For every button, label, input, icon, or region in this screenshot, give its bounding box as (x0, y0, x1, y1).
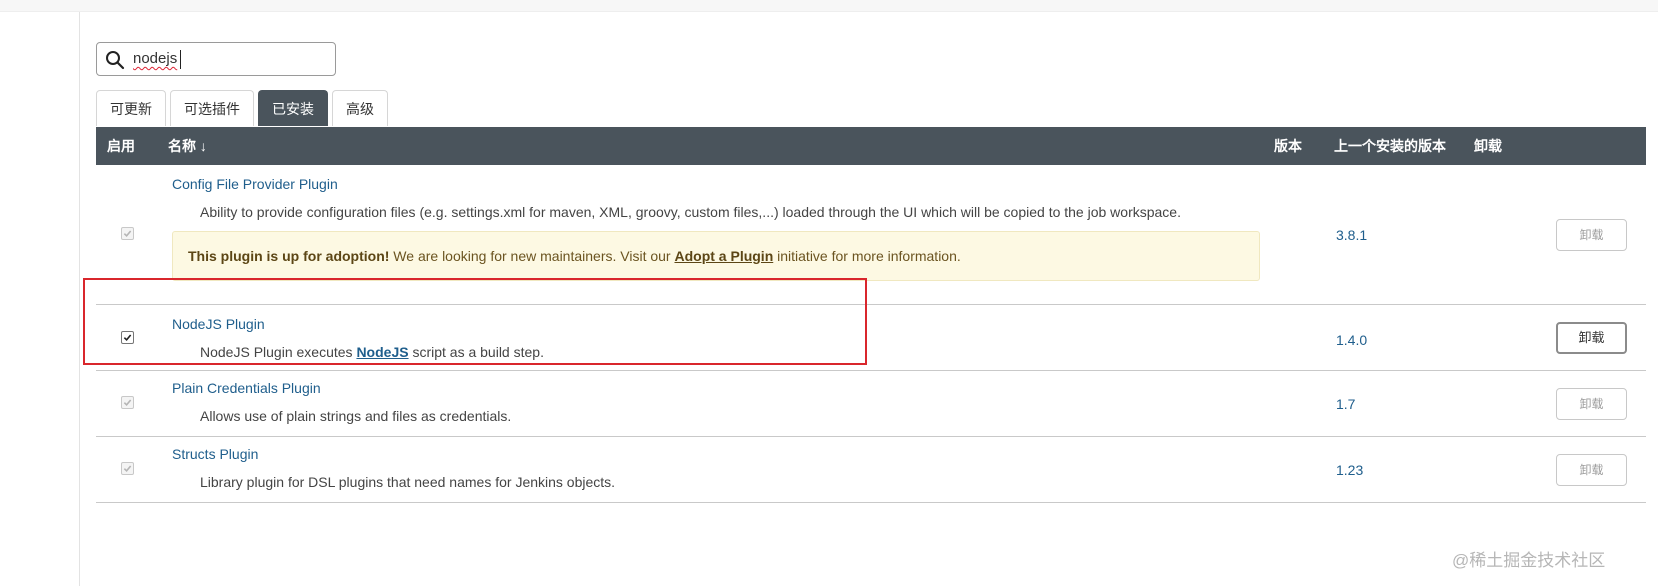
check-icon (123, 230, 132, 238)
table-row: NodeJS Plugin NodeJS Plugin executes Nod… (96, 305, 1646, 371)
plugin-version-link[interactable]: 1.7 (1336, 396, 1355, 412)
adopt-plugin-link[interactable]: Adopt a Plugin (674, 248, 773, 264)
adoption-text-end: initiative for more information. (773, 248, 961, 264)
header-name-sort[interactable]: 名称 ↓ (168, 127, 207, 165)
plugin-name-link[interactable]: Config File Provider Plugin (172, 176, 338, 192)
header-version[interactable]: 版本 (1274, 127, 1302, 165)
tab-updates[interactable]: 可更新 (96, 90, 166, 126)
plugin-description: Ability to provide configuration files (… (200, 204, 1181, 220)
uninstall-button[interactable]: 卸载 (1556, 454, 1627, 486)
uninstall-button[interactable]: 卸载 (1556, 322, 1627, 354)
plugin-name-link[interactable]: Plain Credentials Plugin (172, 380, 321, 396)
uninstall-button[interactable]: 卸载 (1556, 219, 1627, 251)
tab-advanced[interactable]: 高级 (332, 90, 388, 126)
check-icon (123, 334, 132, 342)
adoption-title: This plugin is up for adoption! (188, 248, 390, 264)
description-text-end: script as a build step. (408, 344, 544, 360)
plugin-version-link[interactable]: 1.23 (1336, 462, 1363, 478)
plugin-description: Allows use of plain strings and files as… (200, 408, 512, 424)
search-input[interactable] (131, 48, 327, 70)
uninstall-button[interactable]: 卸载 (1556, 388, 1627, 420)
search-icon (106, 51, 125, 70)
plugin-tabs: 可更新 可选插件 已安装 高级 (96, 90, 388, 126)
table-row: Plain Credentials Plugin Allows use of p… (96, 371, 1646, 437)
plugin-name-link[interactable]: Structs Plugin (172, 446, 258, 462)
plugin-version-link[interactable]: 3.8.1 (1336, 227, 1367, 243)
header-uninstall[interactable]: 卸载 (1474, 127, 1502, 165)
enable-checkbox[interactable] (121, 331, 134, 344)
check-icon (123, 465, 132, 473)
sidebar-divider (79, 12, 80, 586)
adoption-notice: This plugin is up for adoption! We are l… (172, 231, 1260, 281)
enable-checkbox (121, 462, 134, 475)
table-header: 启用 名称 ↓ 版本 上一个安装的版本 卸载 (96, 127, 1646, 165)
table-row: Structs Plugin Library plugin for DSL pl… (96, 437, 1646, 503)
plugin-description: NodeJS Plugin executes NodeJS script as … (200, 344, 544, 360)
adoption-text: We are looking for new maintainers. Visi… (389, 248, 675, 264)
enable-checkbox (121, 396, 134, 409)
check-icon (123, 399, 132, 407)
description-text: NodeJS Plugin executes (200, 344, 357, 360)
tab-installed[interactable]: 已安装 (258, 90, 328, 126)
enable-checkbox (121, 227, 134, 240)
top-bar (0, 0, 1658, 12)
table-row: Config File Provider Plugin Ability to p… (96, 165, 1646, 305)
watermark: @稀土掘金技术社区 (1452, 551, 1606, 570)
plugin-filter: nodejs (96, 42, 336, 76)
plugin-description: Library plugin for DSL plugins that need… (200, 474, 616, 490)
nodejs-link[interactable]: NodeJS (356, 344, 408, 360)
tab-available[interactable]: 可选插件 (170, 90, 254, 126)
plugin-name-link[interactable]: NodeJS Plugin (172, 316, 265, 332)
header-previous-version[interactable]: 上一个安装的版本 (1334, 127, 1446, 165)
plugin-version-link[interactable]: 1.4.0 (1336, 332, 1367, 348)
header-enabled[interactable]: 启用 (107, 127, 135, 165)
